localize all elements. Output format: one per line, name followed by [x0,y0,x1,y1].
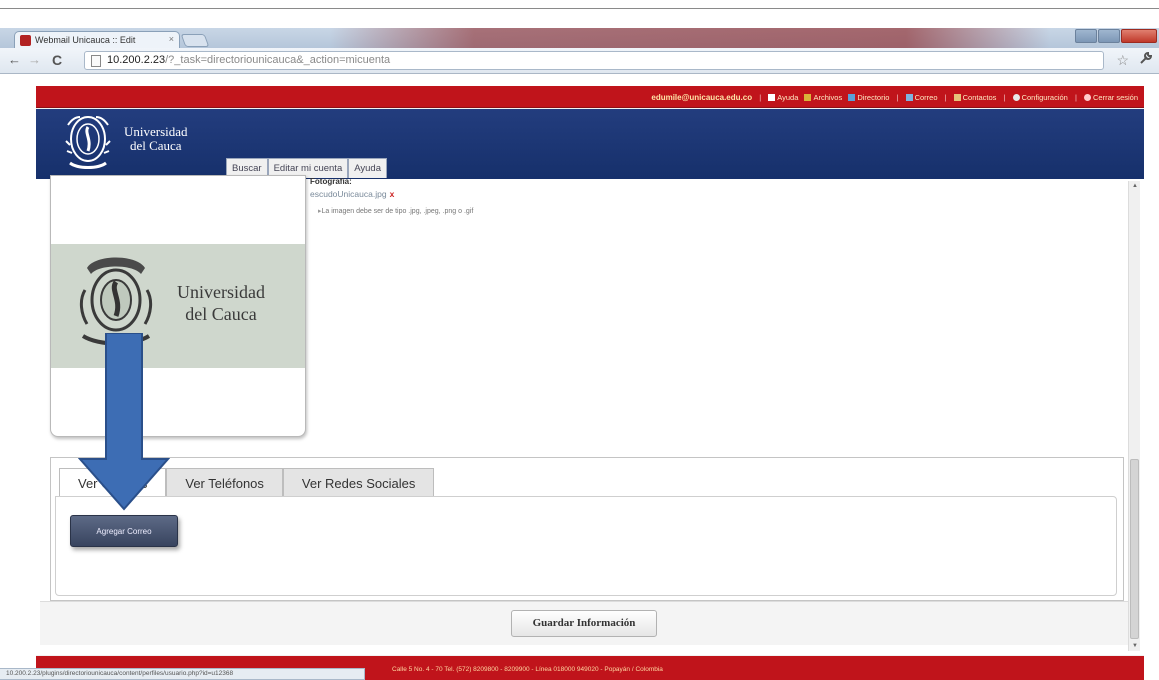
taskbar-separator: | [944,93,947,102]
screenshot-frame: Webmail Unicauca :: Edit × ← → C 10.200.… [0,0,1159,680]
logo-line-2: del Cauca [129,138,182,153]
browser-tab-active[interactable]: Webmail Unicauca :: Edit × [14,31,180,48]
new-tab-button[interactable] [180,34,210,47]
browser-tab-strip: Webmail Unicauca :: Edit × [0,28,1159,48]
site-header: Universidad del Cauca Buscar Editar mi c… [36,109,1144,179]
webmail-page: edumile@unicauca.edu.co | Ayuda Archivos… [36,86,1144,680]
photo-label: Fotografía: [310,177,352,186]
browser-status-bar: 10.200.2.23/plugins/directoriounicauca/c… [0,668,365,680]
main-content: Universidad del Cauca Fotografía: escudo… [36,175,1144,655]
taskbar-separator: | [1074,93,1077,102]
scrollbar-thumb[interactable] [1130,459,1139,639]
photo-line-1: Universidad [177,282,265,302]
browser-tab-title: Webmail Unicauca :: Edit [35,35,136,45]
logo-line-1: Universidad [124,124,188,139]
taskbar-separator: | [759,93,762,102]
reload-icon[interactable]: C [52,53,62,67]
forward-icon[interactable]: → [28,53,41,67]
help-icon [768,94,776,101]
university-crest-icon [65,116,111,169]
photo-upload-info: Fotografía: escudoUnicauca.jpgx La image… [310,177,473,215]
files-icon [804,94,812,101]
tab-view-social[interactable]: Ver Redes Sociales [282,468,435,497]
annotation-arrow-icon [78,333,170,511]
contact-tabs-panel: Ver Correos Ver Teléfonos Ver Redes Soci… [50,457,1124,601]
bookmark-star-icon[interactable]: ☆ [1116,52,1129,69]
save-information-button[interactable]: Guardar Información [511,610,657,637]
top-divider [0,8,1159,9]
close-window-button[interactable] [1121,29,1157,43]
contacts-icon [953,94,961,101]
taskbar-link-files[interactable]: Archivos [813,93,842,102]
taskbar-link-logout[interactable]: Cerrar sesión [1093,93,1138,102]
taskbar-link-settings[interactable]: Configuración [1022,93,1068,102]
url-input[interactable]: 10.200.2.23/?_task=directoriounicauca&_a… [84,51,1104,70]
photo-filename: escudoUnicauca.jpg x [310,189,473,199]
user-taskbar: edumile@unicauca.edu.co | Ayuda Archivos… [36,86,1144,108]
maximize-button[interactable] [1098,29,1120,43]
wrench-menu-icon[interactable] [1139,51,1153,68]
browser-toolbar: ← → C 10.200.2.23/?_task=directoriounica… [0,48,1159,74]
tab-view-phones[interactable]: Ver Teléfonos [166,468,283,497]
mail-icon [905,94,913,101]
photo-filename-text: escudoUnicauca.jpg [310,189,387,199]
taskbar-separator: | [896,93,899,102]
directory-icon [848,94,856,101]
tab-help[interactable]: Ayuda [348,158,387,178]
contact-tab-body: Agregar Correo [55,496,1117,596]
settings-gear-icon [1012,94,1020,101]
photo-caption: Universidad del Cauca [177,281,265,325]
tab-close-icon[interactable]: × [169,34,174,44]
taskbar-link-mail[interactable]: Correo [915,93,938,102]
photo-format-hint: La imagen debe ser de tipo .jpg, .jpeg, … [318,207,474,215]
url-host: 10.200.2.23 [107,54,166,66]
scroll-down-icon[interactable]: ▼ [1132,643,1138,649]
webmail-favicon-icon [20,35,31,46]
remove-photo-icon[interactable]: x [390,189,395,199]
photo-line-2: del Cauca [185,304,257,324]
scroll-up-icon[interactable]: ▲ [1132,183,1138,189]
header-logo-text: Universidad del Cauca [124,125,188,153]
url-path: /?_task=directoriounicauca&_action=micue… [165,54,391,66]
logout-icon [1083,94,1091,101]
add-email-button[interactable]: Agregar Correo [70,515,178,547]
minimize-button[interactable] [1075,29,1097,43]
page-icon [91,55,101,67]
content-scrollbar[interactable]: ▲ ▼ [1128,181,1140,651]
taskbar-link-help[interactable]: Ayuda [777,93,798,102]
user-email[interactable]: edumile@unicauca.edu.co [651,93,752,102]
window-controls [1075,29,1157,45]
back-icon[interactable]: ← [8,53,21,67]
taskbar-separator: | [1003,93,1006,102]
save-row: Guardar Información [40,601,1128,645]
titlebar-glow [330,28,1050,48]
taskbar-link-directory[interactable]: Directorio [857,93,889,102]
taskbar-link-contacts[interactable]: Contactos [963,93,997,102]
